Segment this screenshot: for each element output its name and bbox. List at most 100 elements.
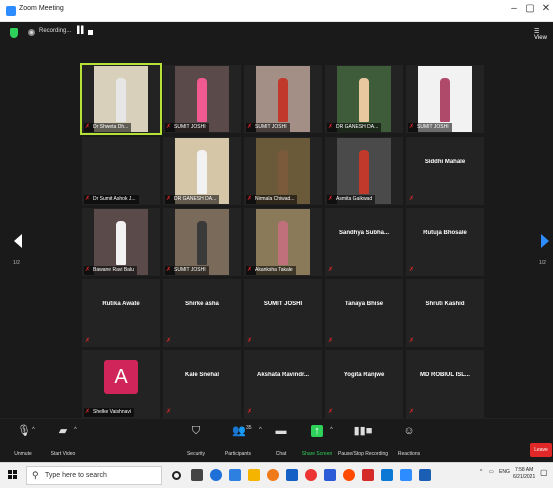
unmute-button[interactable]: 🎙 ^ Unmute <box>8 419 38 463</box>
minimize-button[interactable]: – <box>507 3 521 14</box>
start-video-button[interactable]: ▰ ^ Start Video <box>44 419 82 463</box>
participant-tile[interactable]: Bawane Ravi Balu ✗ <box>82 208 160 276</box>
participant-name: Shruti Kashid <box>425 301 465 307</box>
muted-mic-icon: ✗ <box>85 338 91 344</box>
participant-tile[interactable]: Shirke asha ✗ <box>163 279 241 347</box>
participant-tile[interactable]: A Shelke Vaishnavi ✗ <box>82 350 160 418</box>
next-page-arrow-icon[interactable] <box>541 234 549 248</box>
photos-icon[interactable] <box>419 469 431 481</box>
unmute-label: Unmute <box>14 451 32 457</box>
zoom-taskbar-icon[interactable] <box>229 469 241 481</box>
taskbar-clock[interactable]: 7:58 AM 6/21/2021 <box>513 467 535 481</box>
pause-stop-recording-label: Pause/Stop Recording <box>338 451 389 457</box>
participant-name: Siddhi Mahale <box>424 159 466 165</box>
store-icon[interactable] <box>286 469 298 481</box>
participant-tile[interactable]: Rutika Awate ✗ <box>82 279 160 347</box>
participant-name: Tanaya Bhise <box>344 301 384 307</box>
chat-label: Chat <box>275 451 287 457</box>
participant-tile[interactable]: Dr Sumit Ashok J... ✗ <box>82 137 160 205</box>
maximize-button[interactable]: ▢ <box>523 3 537 14</box>
participant-tile[interactable]: Asmita Gaikwad ✗ <box>325 137 403 205</box>
muted-mic-icon: ✗ <box>328 338 334 344</box>
muted-mic-icon: ✗ <box>247 124 253 130</box>
share-screen-label: Share Screen <box>301 451 333 457</box>
participant-tile[interactable]: Kale Snehal ✗ <box>163 350 241 418</box>
language-indicator[interactable]: ENG <box>499 469 510 475</box>
participant-tile[interactable]: Tanaya Bhise ✗ <box>325 279 403 347</box>
participant-tile[interactable]: Sandhya Subha... ✗ <box>325 208 403 276</box>
participant-tile[interactable]: DR GANESH DA... ✗ <box>163 137 241 205</box>
stop-recording-icon[interactable] <box>88 30 93 35</box>
window-title: Zoom Meeting <box>19 5 64 12</box>
pause-stop-recording-button[interactable]: ▮▮■ Pause/Stop Recording <box>338 419 388 463</box>
participant-tile[interactable]: Dr Shweta Dh... ✗ <box>80 63 162 135</box>
share-screen-button[interactable]: ↑ ^ Share Screen <box>298 419 336 463</box>
taskbar-search-input[interactable]: ⚲ Type here to search <box>26 466 162 485</box>
participant-grid: Dr Shweta Dh... ✗ SUMIT JOSHI ✗ SUMIT JOSHI ✗… <box>80 63 486 420</box>
participant-name: MD ROBIUL ISL... <box>420 372 470 378</box>
chrome-icon[interactable] <box>305 469 317 481</box>
security-label: Security <box>186 451 206 457</box>
app-icon-red[interactable] <box>362 469 374 481</box>
view-button[interactable]: ☰ View <box>534 28 553 41</box>
zoom-active-icon[interactable] <box>400 469 412 481</box>
mail-icon[interactable] <box>381 469 393 481</box>
participant-tile[interactable]: Akshata Ravindr... ✗ <box>244 350 322 418</box>
edge-browser-icon[interactable] <box>210 469 222 481</box>
close-button[interactable]: ✕ <box>539 3 553 14</box>
shield-icon: ⛉ <box>191 425 201 437</box>
notifications-icon[interactable]: ▢ <box>540 468 548 477</box>
network-icon[interactable]: ▭ <box>489 469 494 475</box>
participant-label: DR GANESH DA... <box>327 123 382 132</box>
participants-caret-icon[interactable]: ^ <box>259 427 262 433</box>
task-view-icon[interactable] <box>191 469 203 481</box>
muted-mic-icon: ✗ <box>409 267 415 273</box>
participants-icon: 👥 <box>232 425 246 437</box>
participant-label: Dr Sumit Ashok J... <box>84 195 139 204</box>
reactions-button[interactable]: ☺ Reactions <box>394 419 424 463</box>
participant-tile[interactable]: Yogita Ranjwe ✗ <box>325 350 403 418</box>
participant-tile[interactable]: SUMIT JOSHI ✗ <box>163 208 241 276</box>
meeting-topbar: Recording... ▌▌ ☰ View <box>0 22 553 44</box>
participant-tile[interactable]: SUMIT JOSHI ✗ <box>163 65 241 133</box>
cortana-icon[interactable] <box>172 471 181 480</box>
security-button[interactable]: ⛉ Security <box>180 419 212 463</box>
participant-tile[interactable]: Akanksha Takale ✗ <box>244 208 322 276</box>
muted-mic-icon: ✗ <box>328 409 334 415</box>
share-options-caret-icon[interactable]: ^ <box>330 427 333 433</box>
participant-tile[interactable]: DR GANESH DA... ✗ <box>325 65 403 133</box>
firefox-icon[interactable] <box>267 469 279 481</box>
participant-label: Nirmala Chiwad... <box>246 195 298 204</box>
participant-label: SUMIT JOSHI <box>165 266 209 275</box>
pause-recording-icon[interactable]: ▌▌ <box>77 27 86 34</box>
participant-tile[interactable]: SUMIT JOSHI ✗ <box>244 65 322 133</box>
participant-tile[interactable]: SUMIT JOSHI ✗ <box>406 65 484 133</box>
participant-tile[interactable]: Siddhi Mahale ✗ <box>406 137 484 205</box>
participant-tile[interactable]: Shruti Kashid ✗ <box>406 279 484 347</box>
windows-start-icon[interactable] <box>8 470 18 480</box>
file-explorer-icon[interactable] <box>248 469 260 481</box>
participant-tile[interactable]: Nirmala Chiwad... ✗ <box>244 137 322 205</box>
reactions-label: Reactions <box>397 451 421 457</box>
participant-label: Dr Shweta Dh... <box>84 123 132 132</box>
participant-tile[interactable]: MD ROBIUL ISL... ✗ <box>406 350 484 418</box>
participant-tile[interactable]: SUMIT JOSHI ✗ <box>244 279 322 347</box>
muted-mic-icon: ✗ <box>247 267 253 273</box>
video-options-caret-icon[interactable]: ^ <box>74 427 77 433</box>
app-icon-orange[interactable] <box>343 469 355 481</box>
os-taskbar: ⚲ Type here to search ^ ▭ ENG 7:58 AM 6/… <box>0 462 553 488</box>
word-icon[interactable] <box>324 469 336 481</box>
participant-name: Kale Snehal <box>184 372 219 378</box>
participant-label: SUMIT JOSHI <box>246 123 290 132</box>
participants-button[interactable]: 👥 35 ^ Participants <box>220 419 262 463</box>
tray-chevron-icon[interactable]: ^ <box>480 469 482 475</box>
muted-mic-icon: ✗ <box>166 196 172 202</box>
encryption-shield-icon[interactable] <box>10 28 18 38</box>
participant-tile[interactable]: Rutuja Bhosale ✗ <box>406 208 484 276</box>
participant-name: Shirke asha <box>185 301 219 307</box>
leave-button[interactable]: Leave <box>530 443 552 457</box>
view-label: View <box>534 35 547 41</box>
audio-options-caret-icon[interactable]: ^ <box>32 427 35 433</box>
previous-page-arrow-icon[interactable] <box>14 234 22 248</box>
chat-button[interactable]: ▬ Chat <box>268 419 294 463</box>
